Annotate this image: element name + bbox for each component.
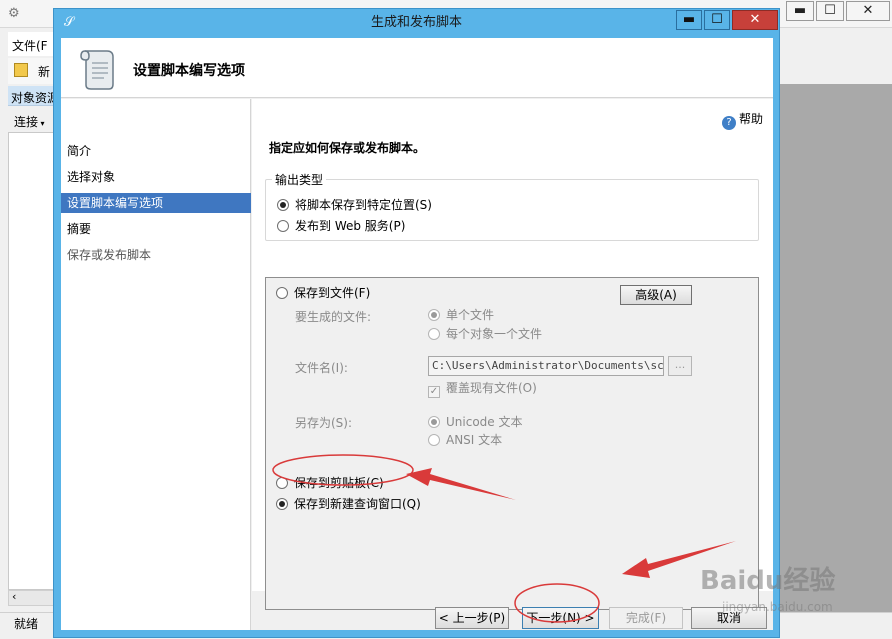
new-query-icon[interactable] [14,63,28,77]
radio-label: 单个文件 [446,308,495,322]
dropdown-arrow-icon: ▾ [38,119,45,128]
instruction-text: 指定应如何保存或发布脚本。 [269,141,426,155]
dialog-body: 设置脚本编写选项 简介 选择对象 设置脚本编写选项 摘要 保存或发布脚本 ? 帮助… [61,38,773,630]
help-label: 帮助 [738,112,763,126]
checkmark-icon: ✓ [428,386,440,398]
radio-selected-icon [277,199,289,211]
app-icon: ⚙ [8,6,20,21]
app-close-button[interactable]: ✕ [846,1,890,21]
script-scroll-icon [80,50,114,90]
wizard-nav: 简介 选择对象 设置脚本编写选项 摘要 保存或发布脚本 [61,99,251,630]
radio-save-to-location[interactable]: 将脚本保存到特定位置(S) [277,198,432,212]
radio-single-file: 单个文件 [428,308,494,322]
files-to-generate-label: 要生成的文件: [295,310,372,324]
status-text: 就绪 [14,617,39,631]
object-explorer-title: 对象资源 [11,91,60,105]
radio-selected-icon [276,498,288,510]
toolbar-new-label[interactable]: 新 [38,63,50,80]
radio-save-to-clipboard[interactable]: 保存到剪贴板(C) [276,476,384,490]
radio-icon [428,328,440,340]
radio-label: Unicode 文本 [446,415,523,429]
nav-item-summary[interactable]: 摘要 [61,219,251,239]
wizard-header: 设置脚本编写选项 [61,38,773,98]
radio-file-per-object: 每个对象一个文件 [428,327,542,341]
overwrite-checkbox: ✓ 覆盖现有文件(O) [428,381,537,398]
help-link[interactable]: ? 帮助 [721,110,763,130]
dialog-title: 生成和发布脚本 [370,15,462,30]
radio-publish-web-service[interactable]: 发布到 Web 服务(P) [277,219,405,233]
radio-label: 保存到新建查询窗口(Q) [294,497,421,511]
wizard-content: ? 帮助 指定应如何保存或发布脚本。 输出类型 将脚本保存到特定位置(S) 发布到… [252,99,773,610]
radio-label: 将脚本保存到特定位置(S) [295,198,432,212]
radio-icon [276,477,288,489]
file-name-label: 文件名(I): [295,361,348,375]
radio-save-to-new-query-window[interactable]: 保存到新建查询窗口(Q) [276,497,421,511]
file-name-input: C:\Users\Administrator\Documents\script [428,356,664,376]
radio-label: 发布到 Web 服务(P) [295,219,406,233]
menu-file[interactable]: 文件(F [12,37,48,54]
radio-label: 保存到剪贴板(C) [294,476,384,490]
radio-selected-icon [428,416,440,428]
nav-item-save-or-publish: 保存或发布脚本 [67,248,152,262]
baidu-watermark: Baidu经验 [700,566,836,596]
radio-ansi-text: ANSI 文本 [428,433,502,447]
app-minimize-button[interactable]: ▬ [786,1,814,21]
radio-label: ANSI 文本 [446,433,503,447]
radio-save-to-file[interactable]: 保存到文件(F) [276,286,370,300]
connect-label: 连接 [14,115,39,129]
previous-button[interactable]: < 上一步(P) [435,607,509,629]
output-type-legend: 输出类型 [272,171,327,188]
app-maximize-button[interactable]: ☐ [816,1,844,21]
radio-unicode-text: Unicode 文本 [428,415,522,429]
checkbox-label: 覆盖现有文件(O) [446,381,537,395]
nav-item-intro[interactable]: 简介 [61,141,251,161]
radio-icon [428,434,440,446]
browse-button: ... [668,356,692,376]
advanced-button[interactable]: 高级(A) [620,285,692,305]
save-as-label: 另存为(S): [295,416,353,430]
save-options-panel: 保存到文件(F) 高级(A) 要生成的文件: 单个文件 每个对象一个文件 文件名… [265,277,759,610]
radio-label: 保存到文件(F) [294,286,371,300]
radio-icon [277,220,289,232]
object-explorer-tree[interactable] [8,132,56,590]
radio-label: 每个对象一个文件 [446,327,543,341]
app-document-area [780,84,892,614]
finish-button: 完成(F) [609,607,683,629]
radio-icon [276,287,288,299]
help-icon: ? [721,116,736,130]
page-title: 设置脚本编写选项 [133,63,245,79]
baidu-watermark-url: jingyan.baidu.com [722,600,833,614]
nav-item-choose-objects[interactable]: 选择对象 [61,167,251,187]
dialog-close-button[interactable]: ✕ [732,10,778,30]
scroll-left-icon[interactable]: ‹ [12,590,16,603]
generate-scripts-dialog: 𝒮 生成和发布脚本 ▬ ☐ ✕ 设置脚本编写选项 简介 选择对象 设置脚本编写选… [53,8,780,638]
radio-selected-icon [428,309,440,321]
next-button[interactable]: 下一步(N) > [522,607,599,629]
dialog-minimize-button[interactable]: ▬ [676,10,702,30]
dialog-maximize-button[interactable]: ☐ [704,10,730,30]
connect-button[interactable]: 连接 ▾ [14,113,45,130]
nav-item-scripting-options[interactable]: 设置脚本编写选项 [61,193,251,213]
